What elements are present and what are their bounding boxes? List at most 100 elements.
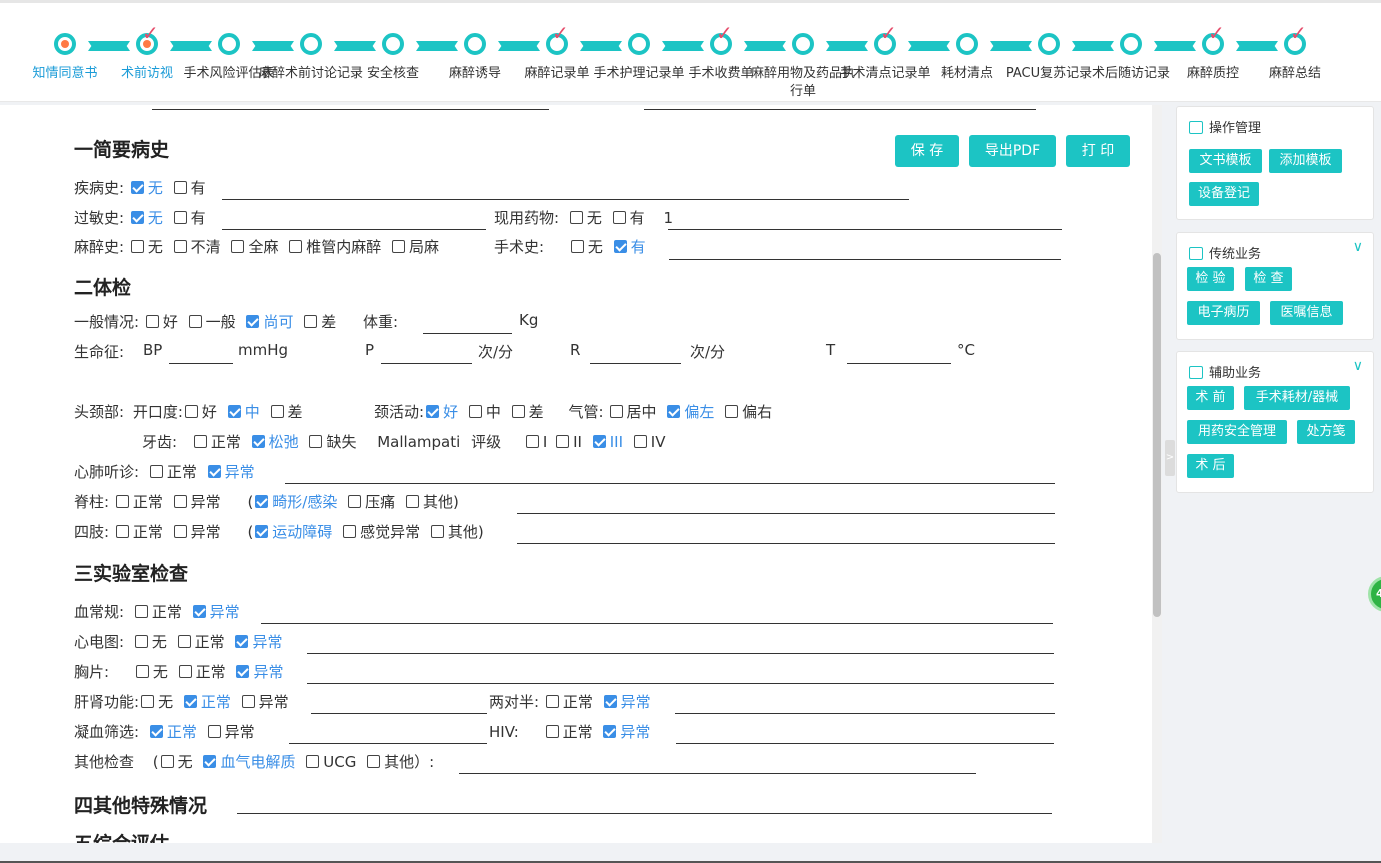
resp-input[interactable]	[590, 363, 681, 364]
print-button[interactable]: 打 印	[1066, 135, 1130, 167]
step-11[interactable]: 耗材清点	[926, 3, 1008, 102]
checkbox[interactable]	[135, 665, 149, 678]
step-0[interactable]: 知情同意书	[24, 3, 106, 102]
checkbox[interactable]	[134, 635, 148, 648]
chevron-down-icon[interactable]: ∨	[1353, 239, 1363, 255]
checkbox[interactable]	[235, 635, 249, 648]
checkbox[interactable]	[545, 725, 559, 738]
spine-input[interactable]	[517, 513, 1055, 514]
checkbox[interactable]	[556, 435, 570, 448]
checkbox[interactable]	[236, 665, 250, 678]
checkbox[interactable]	[184, 405, 198, 418]
checkbox[interactable]	[255, 495, 269, 508]
checkbox[interactable]	[145, 315, 159, 328]
checkbox[interactable]	[569, 211, 583, 224]
liver-input[interactable]	[311, 713, 487, 714]
checkbox[interactable]	[511, 405, 525, 418]
xray-input[interactable]	[307, 683, 1054, 684]
step-2[interactable]: 手术风险评估表	[183, 3, 275, 102]
checkbox[interactable]	[192, 605, 206, 618]
checkbox[interactable]	[227, 405, 241, 418]
checkbox[interactable]	[304, 315, 318, 328]
checkbox[interactable]	[392, 240, 406, 253]
weight-input[interactable]	[423, 333, 512, 334]
checkbox[interactable]	[251, 435, 265, 448]
step-6[interactable]: ✓ 麻醉记录单	[516, 3, 598, 102]
checkbox[interactable]	[177, 635, 191, 648]
checkbox[interactable]	[592, 435, 606, 448]
checkbox[interactable]	[173, 495, 187, 508]
checkbox[interactable]	[426, 405, 440, 418]
checkbox[interactable]	[149, 465, 163, 478]
step-dot[interactable]	[956, 33, 978, 55]
checkbox[interactable]	[609, 405, 623, 418]
checkbox[interactable]	[255, 525, 269, 538]
allergy-input[interactable]	[222, 229, 486, 230]
checkbox[interactable]	[188, 315, 202, 328]
checkbox[interactable]	[178, 665, 192, 678]
checkbox[interactable]	[241, 695, 255, 708]
floating-assistant-button[interactable]: 4	[1368, 576, 1381, 612]
coag-input[interactable]	[289, 743, 487, 744]
doc-template-button[interactable]: 文书模板	[1189, 149, 1262, 173]
add-template-button[interactable]: 添加模板	[1269, 149, 1342, 173]
checkbox[interactable]	[134, 605, 148, 618]
step-dot[interactable]	[1038, 33, 1060, 55]
checkbox[interactable]	[348, 495, 362, 508]
checkbox[interactable]	[289, 240, 303, 253]
checkbox[interactable]	[130, 181, 144, 194]
checkbox[interactable]	[343, 525, 357, 538]
checkbox[interactable]	[468, 405, 482, 418]
checkbox[interactable]	[115, 495, 129, 508]
step-dot[interactable]	[54, 33, 76, 55]
checkbox[interactable]	[612, 211, 626, 224]
checkbox[interactable]	[173, 181, 187, 194]
main-scrollbar-thumb[interactable]	[1153, 253, 1161, 617]
step-3[interactable]: 麻醉术前讨论记录	[259, 3, 363, 102]
checkbox[interactable]	[525, 435, 539, 448]
checkbox[interactable]	[231, 240, 245, 253]
surgery-input[interactable]	[669, 259, 1061, 260]
checkbox[interactable]	[603, 695, 617, 708]
examination-button[interactable]: 检 查	[1245, 267, 1292, 291]
bp-input[interactable]	[169, 363, 233, 364]
step-5[interactable]: 麻醉诱导	[434, 3, 516, 102]
step-7[interactable]: 手术护理记录单	[593, 3, 685, 102]
checkbox[interactable]	[207, 725, 221, 738]
step-dot[interactable]	[300, 33, 322, 55]
blood-input[interactable]	[261, 623, 1053, 624]
checkbox[interactable]	[613, 240, 627, 253]
checkbox[interactable]	[309, 435, 323, 448]
checkbox[interactable]	[183, 695, 197, 708]
checkbox[interactable]	[173, 211, 187, 224]
step-dot[interactable]	[792, 33, 814, 55]
drug-input[interactable]	[668, 229, 1062, 230]
checkbox[interactable]	[246, 315, 260, 328]
hbv-input[interactable]	[675, 713, 1055, 714]
device-register-button[interactable]: 设备登记	[1189, 182, 1259, 206]
checkbox[interactable]	[203, 755, 217, 768]
save-button[interactable]: 保 存	[895, 135, 959, 167]
step-1[interactable]: ✓ 术前访视	[106, 3, 188, 102]
checkbox[interactable]	[633, 435, 647, 448]
step-15[interactable]: ✓ 麻醉总结	[1254, 3, 1336, 102]
prescription-button[interactable]: 处方笺	[1297, 420, 1355, 444]
checkbox[interactable]	[149, 725, 163, 738]
drug-safety-button[interactable]: 用药安全管理	[1187, 420, 1287, 444]
step-dot[interactable]	[464, 33, 486, 55]
checkbox[interactable]	[603, 725, 617, 738]
postop-button[interactable]: 术 后	[1187, 454, 1234, 478]
checkbox[interactable]	[667, 405, 681, 418]
checkbox[interactable]	[367, 755, 381, 768]
step-10[interactable]: ✓ 手术清点记录单	[839, 3, 930, 102]
order-info-button[interactable]: 医嘱信息	[1270, 301, 1343, 325]
heart-input[interactable]	[285, 483, 1055, 484]
step-12[interactable]: PACU复苏记录	[1006, 3, 1092, 102]
step-4[interactable]: 安全核查	[352, 3, 434, 102]
disease-input[interactable]	[222, 199, 909, 200]
step-14[interactable]: ✓ 麻醉质控	[1172, 3, 1254, 102]
temp-input[interactable]	[847, 363, 951, 364]
checkbox[interactable]	[270, 405, 284, 418]
checkbox[interactable]	[130, 240, 144, 253]
checkbox[interactable]	[207, 465, 221, 478]
